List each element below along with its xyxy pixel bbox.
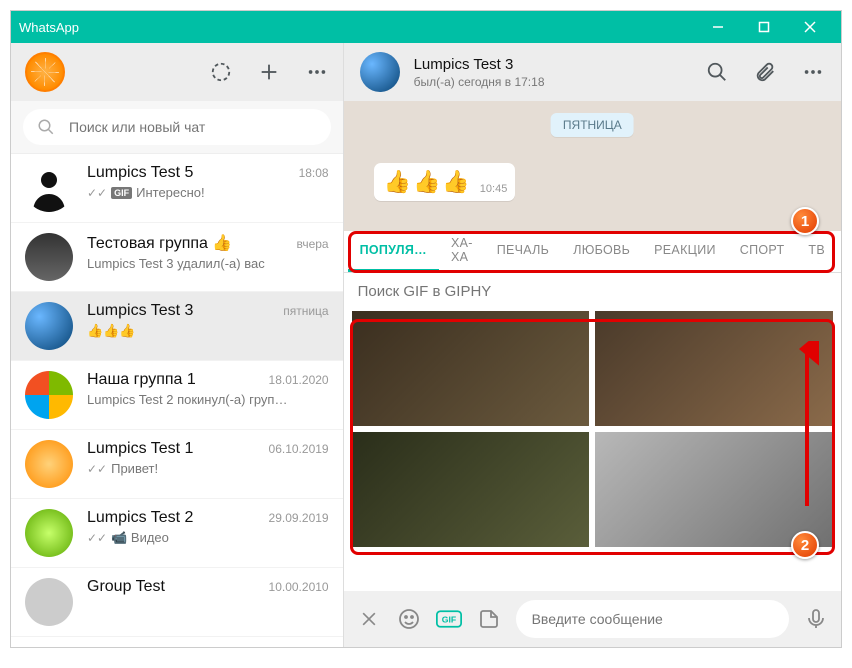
chat-preview: ✓✓GIF Интересно! bbox=[87, 185, 329, 200]
titlebar: WhatsApp bbox=[11, 11, 841, 43]
status-icon[interactable] bbox=[209, 60, 233, 84]
day-label: ПЯТНИЦА bbox=[551, 113, 634, 137]
chat-name: Lumpics Test 5 bbox=[87, 164, 193, 182]
gif-thumb[interactable] bbox=[352, 311, 590, 426]
search-box[interactable] bbox=[23, 109, 331, 145]
gif-search-row bbox=[344, 273, 841, 311]
chat-list[interactable]: Lumpics Test 5 18:08 ✓✓GIF Интересно! Тесто… bbox=[11, 154, 343, 647]
chat-header: Lumpics Test 3 был(-а) сегодня в 17:18 bbox=[344, 43, 841, 101]
chat-name: Lumpics Test 3 bbox=[87, 302, 193, 320]
chat-preview: Lumpics Test 3 удалил(-а) вас bbox=[87, 256, 329, 271]
chat-list-item[interactable]: Group Test 10.00.2010 bbox=[11, 568, 343, 637]
chat-list-item[interactable]: Lumpics Test 3 пятница 👍👍👍 bbox=[11, 292, 343, 361]
chat-preview: ✓✓ 📹 Видео bbox=[87, 530, 329, 546]
search-row bbox=[11, 101, 343, 154]
chat-time: вчера bbox=[296, 237, 328, 251]
chat-list-item[interactable]: Lumpics Test 5 18:08 ✓✓GIF Интересно! bbox=[11, 154, 343, 223]
gif-search-input[interactable] bbox=[358, 283, 827, 300]
chat-list-item[interactable]: Lumpics Test 2 29.09.2019 ✓✓ 📹 Видео bbox=[11, 499, 343, 568]
sidebar: Lumpics Test 5 18:08 ✓✓GIF Интересно! Тесто… bbox=[11, 43, 344, 647]
chat-avatar bbox=[25, 233, 73, 281]
sidebar-header bbox=[11, 43, 343, 101]
gif-thumb[interactable] bbox=[352, 432, 590, 547]
svg-text:GIF: GIF bbox=[441, 614, 455, 624]
gif-panel: 1 ПОПУЛЯ…ХА-ХАПЕЧАЛЬЛЮБОВЬРЕАКЦИИСПОРТТВ… bbox=[344, 231, 841, 591]
gif-category-tab[interactable]: ЛЮБОВЬ bbox=[561, 231, 642, 272]
chat-time: 18.01.2020 bbox=[269, 373, 329, 387]
chat-name: Наша группа 1 bbox=[87, 371, 196, 389]
chat-avatar bbox=[25, 371, 73, 419]
gif-category-tab[interactable]: СПОРТ bbox=[728, 231, 797, 272]
new-chat-icon[interactable] bbox=[257, 60, 281, 84]
chat-pane: Lumpics Test 3 был(-а) сегодня в 17:18 П… bbox=[344, 43, 841, 647]
gif-category-tab[interactable]: РЕАКЦИИ bbox=[642, 231, 728, 272]
chat-list-item[interactable]: Наша группа 1 18.01.2020 Lumpics Test 2 п… bbox=[11, 361, 343, 430]
chat-time: 06.10.2019 bbox=[269, 442, 329, 456]
chat-avatar bbox=[25, 509, 73, 557]
annotation-marker-2: 2 bbox=[791, 531, 819, 559]
menu-icon[interactable] bbox=[305, 60, 329, 84]
annotation-marker-1: 1 bbox=[791, 207, 819, 235]
chat-time: 18:08 bbox=[299, 166, 329, 180]
message-input[interactable] bbox=[532, 611, 773, 627]
gif-category-tab[interactable]: ХА-ХА bbox=[439, 231, 485, 272]
maximize-button[interactable] bbox=[741, 11, 787, 43]
chat-name: Lumpics Test 1 bbox=[87, 440, 193, 458]
chat-avatar bbox=[25, 440, 73, 488]
search-in-chat-icon[interactable] bbox=[705, 60, 729, 84]
chat-name: Group Test bbox=[87, 578, 165, 596]
messages-area: ПЯТНИЦА 👍👍👍 10:45 bbox=[344, 101, 841, 231]
mic-icon[interactable] bbox=[803, 606, 829, 632]
gif-category-tab[interactable]: ПОПУЛЯ… bbox=[348, 231, 439, 272]
close-button[interactable] bbox=[787, 11, 833, 43]
search-input[interactable] bbox=[69, 119, 317, 135]
gif-category-tabs: ПОПУЛЯ…ХА-ХАПЕЧАЛЬЛЮБОВЬРЕАКЦИИСПОРТТВ bbox=[344, 231, 841, 273]
close-panel-icon[interactable] bbox=[356, 606, 382, 632]
chat-preview: 👍👍👍 bbox=[87, 323, 329, 339]
message-time: 10:45 bbox=[480, 183, 508, 195]
window-title: WhatsApp bbox=[19, 20, 695, 35]
emoji-icon[interactable] bbox=[396, 606, 422, 632]
minimize-button[interactable] bbox=[695, 11, 741, 43]
chat-list-item[interactable]: Тестовая группа 👍 вчера Lumpics Test 3 уд… bbox=[11, 223, 343, 292]
search-icon bbox=[37, 118, 55, 136]
contact-avatar[interactable] bbox=[360, 52, 400, 92]
message-body: 👍👍👍 bbox=[384, 169, 472, 195]
message-bubble[interactable]: 👍👍👍 10:45 bbox=[374, 163, 516, 201]
sticker-icon[interactable] bbox=[476, 606, 502, 632]
gif-category-tab[interactable]: ПЕЧАЛЬ bbox=[485, 231, 561, 272]
annotation-arrow bbox=[795, 341, 819, 511]
composer: GIF bbox=[344, 591, 841, 647]
chat-preview: Lumpics Test 2 покинул(-а) груп… bbox=[87, 392, 329, 407]
contact-status: был(-а) сегодня в 17:18 bbox=[414, 75, 691, 89]
chat-name: Тестовая группа 👍 bbox=[87, 233, 232, 253]
chat-menu-icon[interactable] bbox=[801, 60, 825, 84]
chat-name: Lumpics Test 2 bbox=[87, 509, 193, 527]
gif-category-tab[interactable]: ТВ bbox=[796, 231, 837, 272]
contact-name: Lumpics Test 3 bbox=[414, 56, 691, 73]
gif-grid[interactable] bbox=[344, 311, 841, 591]
gif-icon[interactable]: GIF bbox=[436, 606, 462, 632]
attach-icon[interactable] bbox=[753, 60, 777, 84]
chat-avatar bbox=[25, 302, 73, 350]
chat-avatar bbox=[25, 164, 73, 212]
chat-time: 10.00.2010 bbox=[269, 580, 329, 594]
chat-list-item[interactable]: Lumpics Test 1 06.10.2019 ✓✓ Привет! bbox=[11, 430, 343, 499]
app-window: WhatsApp Lumpics Test 518:08✓✓GIF bbox=[10, 10, 842, 648]
chat-avatar bbox=[25, 578, 73, 626]
chat-time: 29.09.2019 bbox=[269, 511, 329, 525]
my-avatar[interactable] bbox=[25, 52, 65, 92]
chat-preview: ✓✓ Привет! bbox=[87, 461, 329, 476]
message-input-wrap[interactable] bbox=[516, 600, 789, 638]
chat-time: пятница bbox=[283, 304, 328, 318]
